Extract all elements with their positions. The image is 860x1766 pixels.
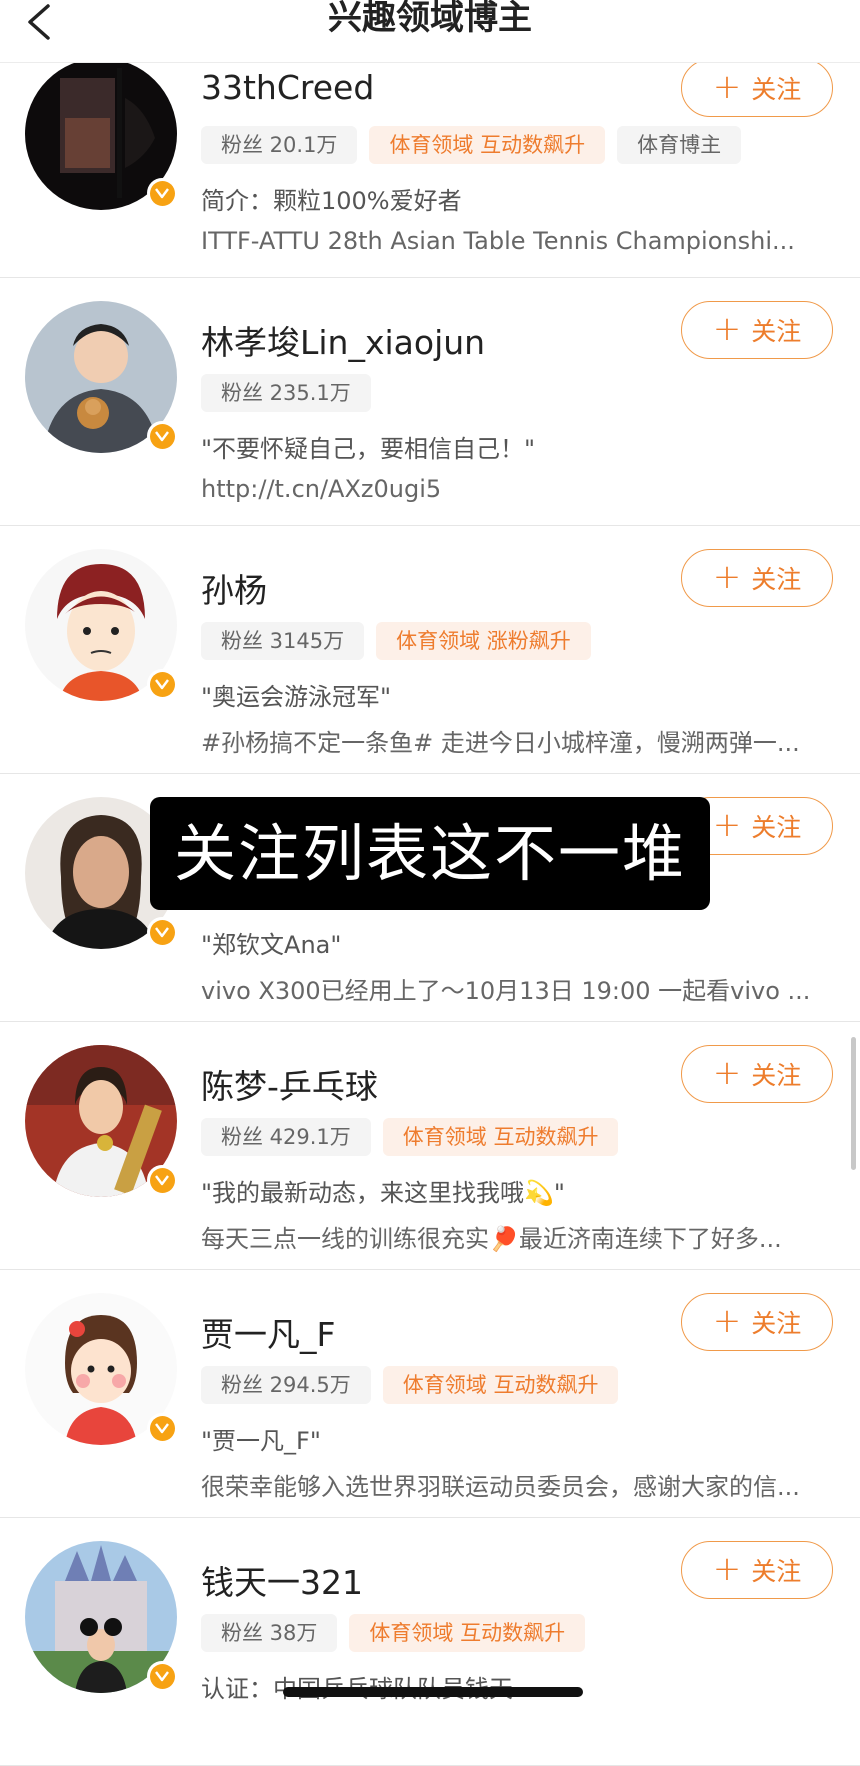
tag-row: 粉丝 294.5万 体育领域 互动数飙升: [201, 1366, 619, 1404]
fans-count: 粉丝 38万: [201, 1614, 338, 1652]
user-bio: "郑钦文Ana": [201, 931, 342, 959]
follow-button[interactable]: + 关注: [681, 1045, 833, 1103]
verified-icon: [155, 1175, 169, 1186]
verified-icon: [155, 188, 169, 199]
user-bio: "奥运会游泳冠军": [201, 683, 392, 711]
category-tag: 体育博主: [617, 126, 742, 164]
latest-post: vivo X300已经用上了～10月13日 19:00 一起看vivo ...: [201, 977, 811, 1005]
follow-label: 关注: [751, 317, 802, 346]
verified-badge: [147, 1165, 177, 1195]
plus-icon: +: [712, 1300, 742, 1341]
domain-tag: 体育领域 互动数飙升: [382, 1366, 619, 1404]
tag-row: 粉丝 3145万 体育领域 涨粉飙升: [201, 622, 591, 660]
follow-label: 关注: [751, 813, 802, 842]
domain-tag: 体育领域 涨粉飙升: [376, 622, 591, 660]
follow-label: 关注: [751, 1061, 802, 1090]
latest-post: 很荣幸能够入选世界羽联运动员委员会，感谢大家的信...: [201, 1473, 800, 1501]
verified-icon: [155, 431, 169, 442]
list-item[interactable]: 33thCreed 粉丝 20.1万 体育领域 互动数飙升 体育博主 简介：颗粒…: [0, 30, 860, 278]
verified-icon: [155, 927, 169, 938]
latest-post: ITTF-ATTU 28th Asian Table Tennis Champi…: [201, 227, 795, 255]
verified-icon: [155, 679, 169, 690]
tag-row: 粉丝 38万 体育领域 互动数飙升: [201, 1614, 586, 1652]
user-name[interactable]: 钱天一321: [201, 1556, 363, 1604]
plus-icon: +: [712, 1548, 742, 1589]
domain-tag: 体育领域 互动数飙升: [382, 1118, 619, 1156]
verified-badge: [147, 178, 177, 208]
user-bio: "贾一凡_F": [201, 1427, 321, 1455]
follow-label: 关注: [751, 1309, 802, 1338]
fans-count: 粉丝 429.1万: [201, 1118, 371, 1156]
plus-icon: +: [712, 804, 742, 845]
follow-label: 关注: [751, 1557, 802, 1586]
plus-icon: +: [712, 556, 742, 597]
fans-count: 粉丝 20.1万: [201, 126, 358, 164]
verified-badge: [147, 669, 177, 699]
fans-count: 粉丝 3145万: [201, 622, 365, 660]
plus-icon: +: [712, 1052, 742, 1093]
follow-label: 关注: [751, 75, 802, 104]
domain-tag: 体育领域 互动数飙升: [349, 1614, 586, 1652]
follow-button[interactable]: + 关注: [681, 59, 833, 117]
user-bio: "不要怀疑自己，要相信自己！": [201, 435, 536, 463]
verified-badge: [147, 421, 177, 451]
scrollbar[interactable]: [851, 1037, 856, 1170]
list-item[interactable]: 钱天一321 粉丝 38万 体育领域 互动数飙升 认证：中国乒乓球队队员钱天一 …: [0, 1518, 860, 1766]
verified-badge: [147, 1413, 177, 1443]
latest-post: 每天三点一线的训练很充实🏓最近济南连续下了好多...: [201, 1225, 782, 1253]
latest-post: http://t.cn/AXz0ugi5: [201, 475, 442, 503]
fans-count: 粉丝 294.5万: [201, 1366, 371, 1404]
follow-button[interactable]: + 关注: [681, 301, 833, 359]
user-name[interactable]: 33thCreed: [201, 68, 374, 107]
latest-post: #孙杨搞不定一条鱼# 走进今日小城梓潼，慢溯两弹一...: [201, 729, 800, 757]
tag-row: 粉丝 429.1万 体育领域 互动数飙升: [201, 1118, 619, 1156]
fans-count: 粉丝 235.1万: [201, 374, 371, 412]
verified-badge: [147, 1661, 177, 1691]
plus-icon: +: [712, 308, 742, 349]
user-name[interactable]: 陈梦-乒乓球: [201, 1060, 378, 1108]
list-item[interactable]: 陈梦-乒乓球 粉丝 429.1万 体育领域 互动数飙升 "我的最新动态，来这里找…: [0, 1022, 860, 1270]
page-title: 兴趣领域博主: [328, 0, 532, 38]
user-name[interactable]: 贾一凡_F: [201, 1308, 335, 1356]
plus-icon: +: [712, 66, 742, 107]
home-indicator[interactable]: [283, 1687, 583, 1697]
follow-button[interactable]: + 关注: [681, 1293, 833, 1351]
user-bio: "我的最新动态，来这里找我哦💫": [201, 1179, 565, 1207]
list-item[interactable]: 孙杨 粉丝 3145万 体育领域 涨粉飙升 "奥运会游泳冠军" #孙杨搞不定一条…: [0, 526, 860, 774]
list-item[interactable]: 林孝埈Lin_xiaojun 粉丝 235.1万 "不要怀疑自己，要相信自己！"…: [0, 278, 860, 526]
verified-icon: [155, 1423, 169, 1434]
follow-button[interactable]: + 关注: [681, 1541, 833, 1599]
list-item[interactable]: 贾一凡_F 粉丝 294.5万 体育领域 互动数飙升 "贾一凡_F" 很荣幸能够…: [0, 1270, 860, 1518]
nav-header: 兴趣领域博主: [0, 0, 860, 63]
verified-icon: [155, 1671, 169, 1682]
overlay-caption: 关注列表这不一堆: [150, 797, 710, 910]
verified-badge: [147, 917, 177, 947]
follow-button[interactable]: + 关注: [681, 549, 833, 607]
user-bio: 简介：颗粒100%爱好者: [201, 187, 462, 215]
tag-row: 粉丝 235.1万: [201, 374, 371, 412]
user-name[interactable]: 林孝埈Lin_xiaojun: [201, 316, 485, 364]
user-name[interactable]: 孙杨: [201, 564, 267, 612]
tag-row: 粉丝 20.1万 体育领域 互动数飙升 体育博主: [201, 126, 742, 164]
follow-label: 关注: [751, 565, 802, 594]
domain-tag: 体育领域 互动数飙升: [369, 126, 606, 164]
